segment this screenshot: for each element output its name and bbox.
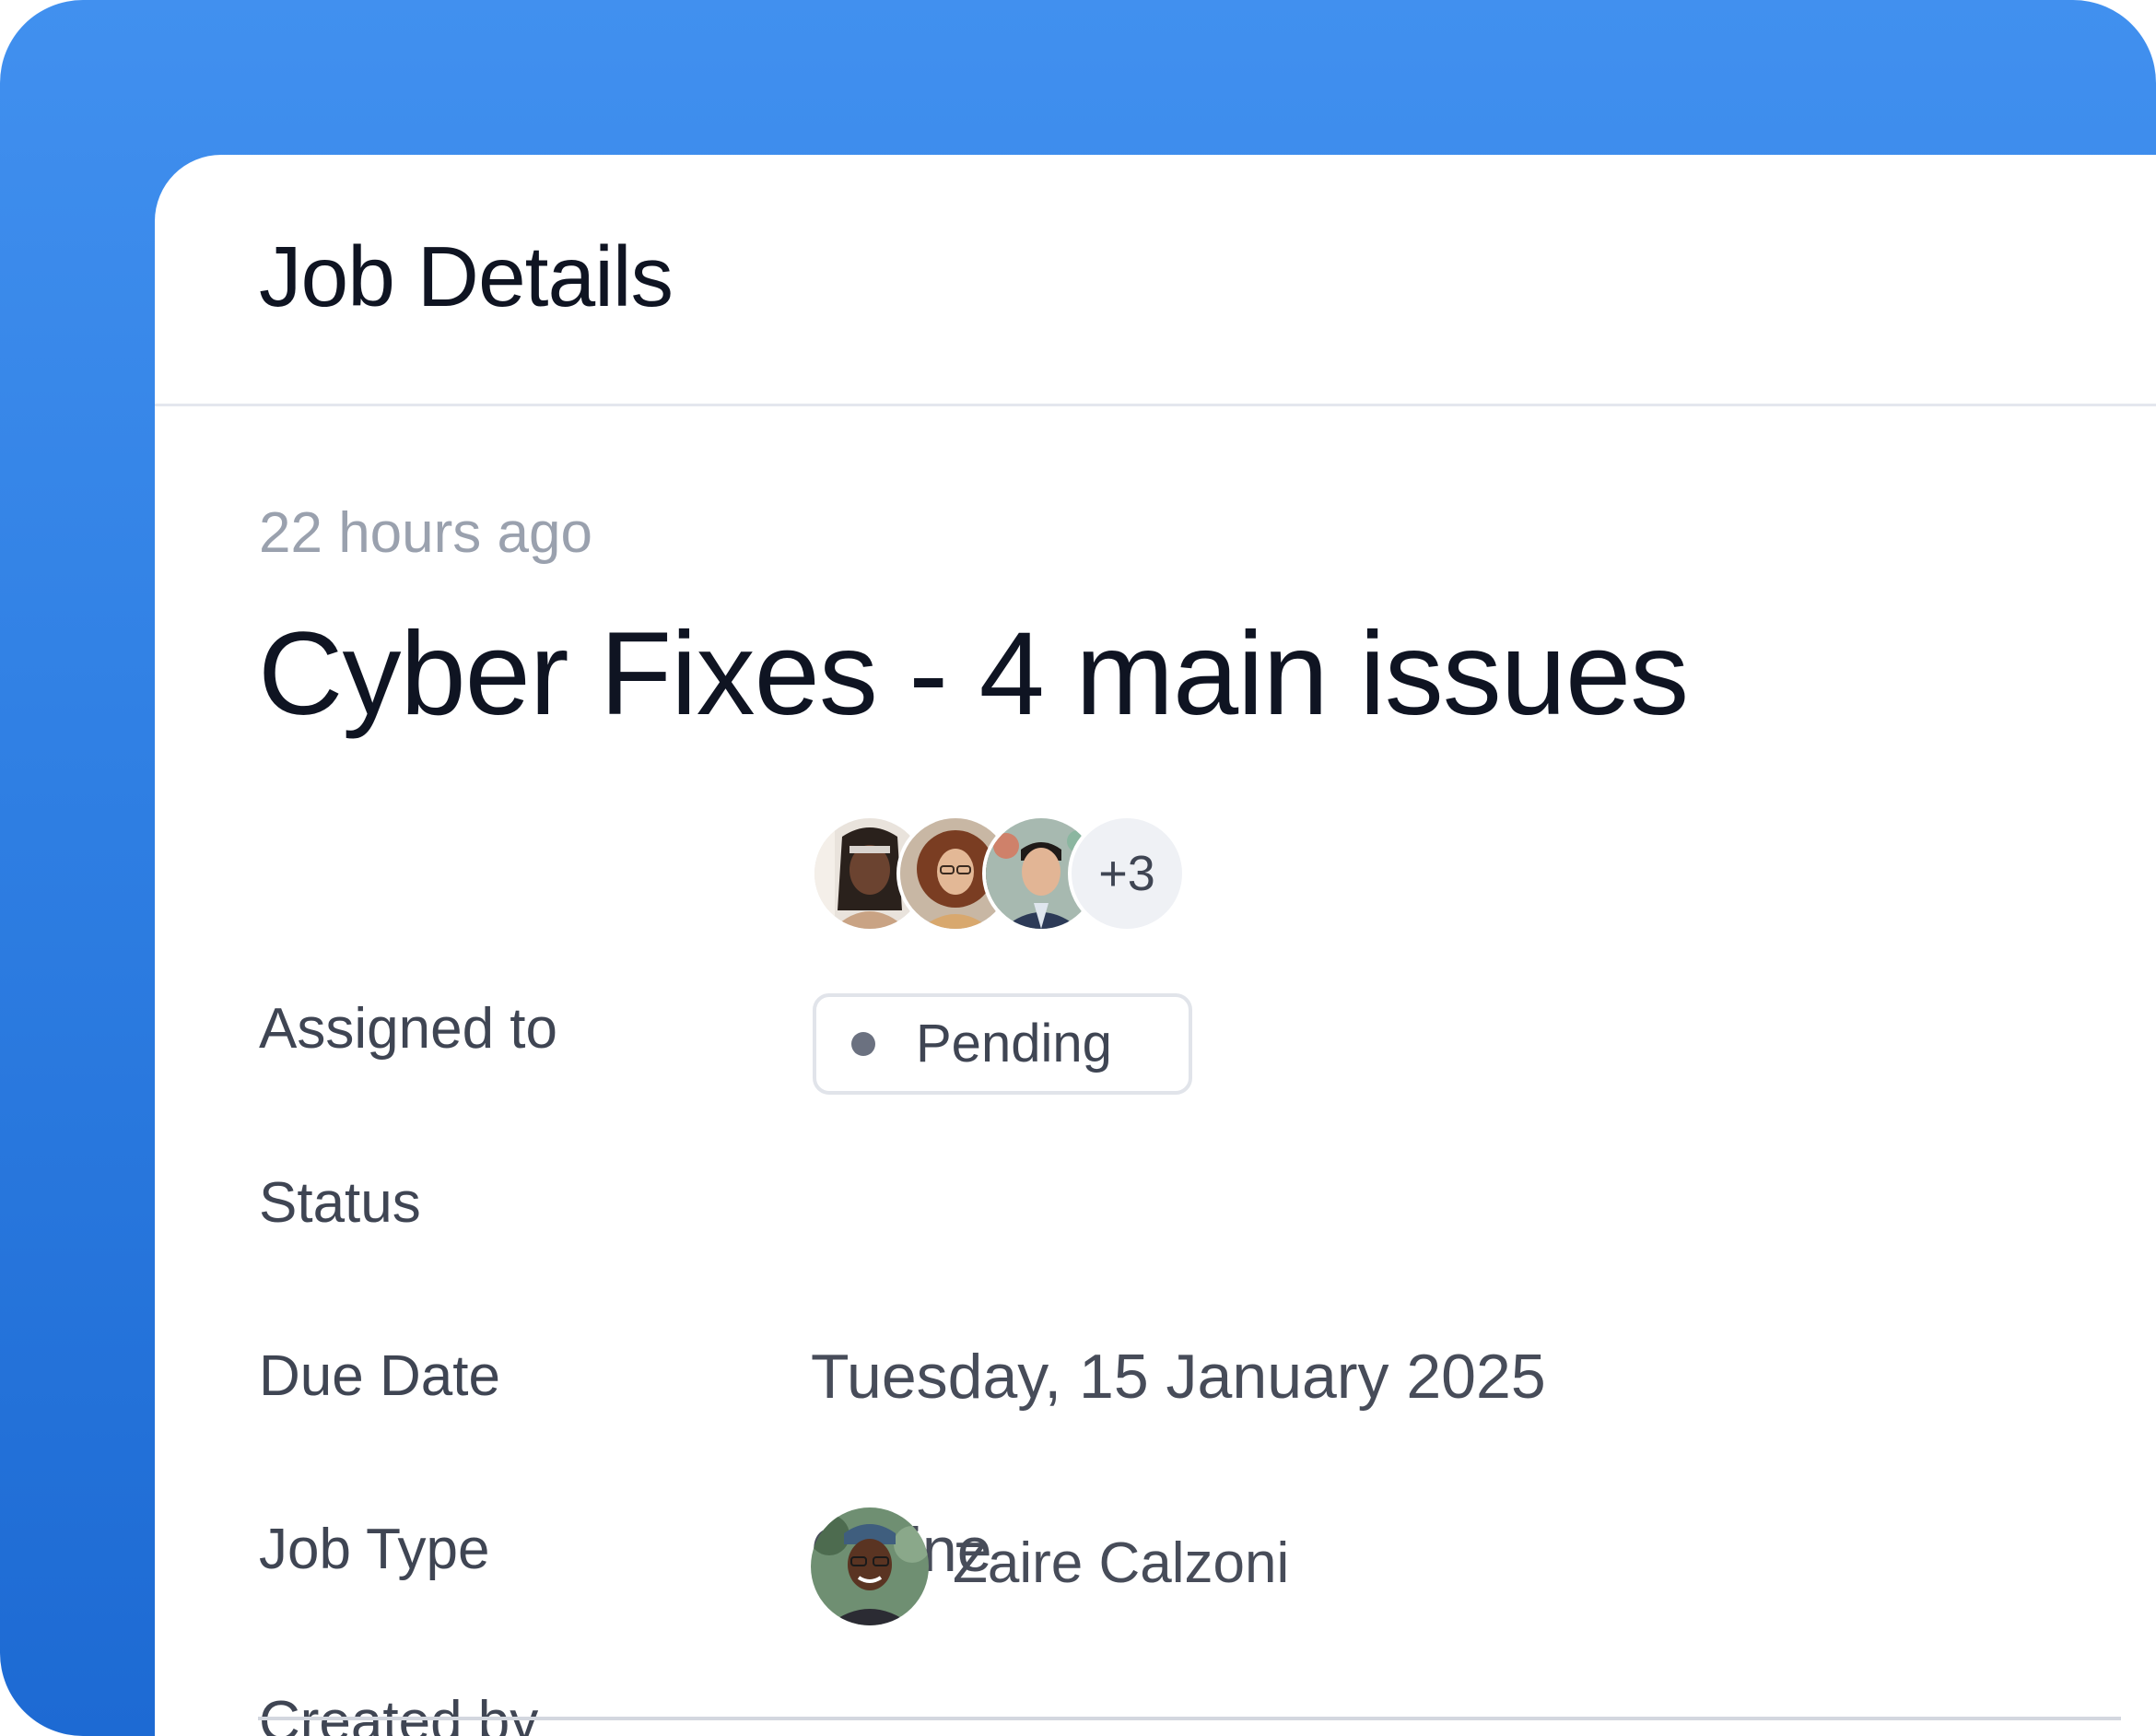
timestamp: 22 hours ago xyxy=(259,501,592,565)
created-by-label: Created by xyxy=(259,1690,539,1736)
app-frame: Job Details 22 hours ago Cyber Fixes - 4… xyxy=(0,0,2156,1736)
assignee-avatar-group[interactable]: +3 xyxy=(811,815,1198,933)
status-badge[interactable]: Pending xyxy=(813,993,1192,1095)
due-date-label: Due Date xyxy=(259,1344,500,1408)
more-assignees-badge[interactable]: +3 xyxy=(1068,815,1186,933)
assigned-to-label: Assigned to xyxy=(259,997,557,1061)
status-label: Status xyxy=(259,1171,421,1235)
due-date-value: Tuesday, 15 January 2025 xyxy=(811,1342,1546,1412)
status-dot-icon xyxy=(851,1032,875,1056)
job-type-label: Job Type xyxy=(259,1518,490,1581)
page-title: Job Details xyxy=(259,229,674,324)
status-value: Pending xyxy=(916,1014,1112,1073)
job-details-card: Job Details 22 hours ago Cyber Fixes - 4… xyxy=(155,155,2156,1736)
creator-avatar[interactable] xyxy=(811,1507,929,1625)
job-title: Cyber Fixes - 4 main issues xyxy=(258,608,1689,740)
creator-name[interactable]: Zaire Calzoni xyxy=(953,1535,1289,1592)
divider xyxy=(258,1717,2121,1720)
card-header: Job Details xyxy=(155,155,2156,406)
